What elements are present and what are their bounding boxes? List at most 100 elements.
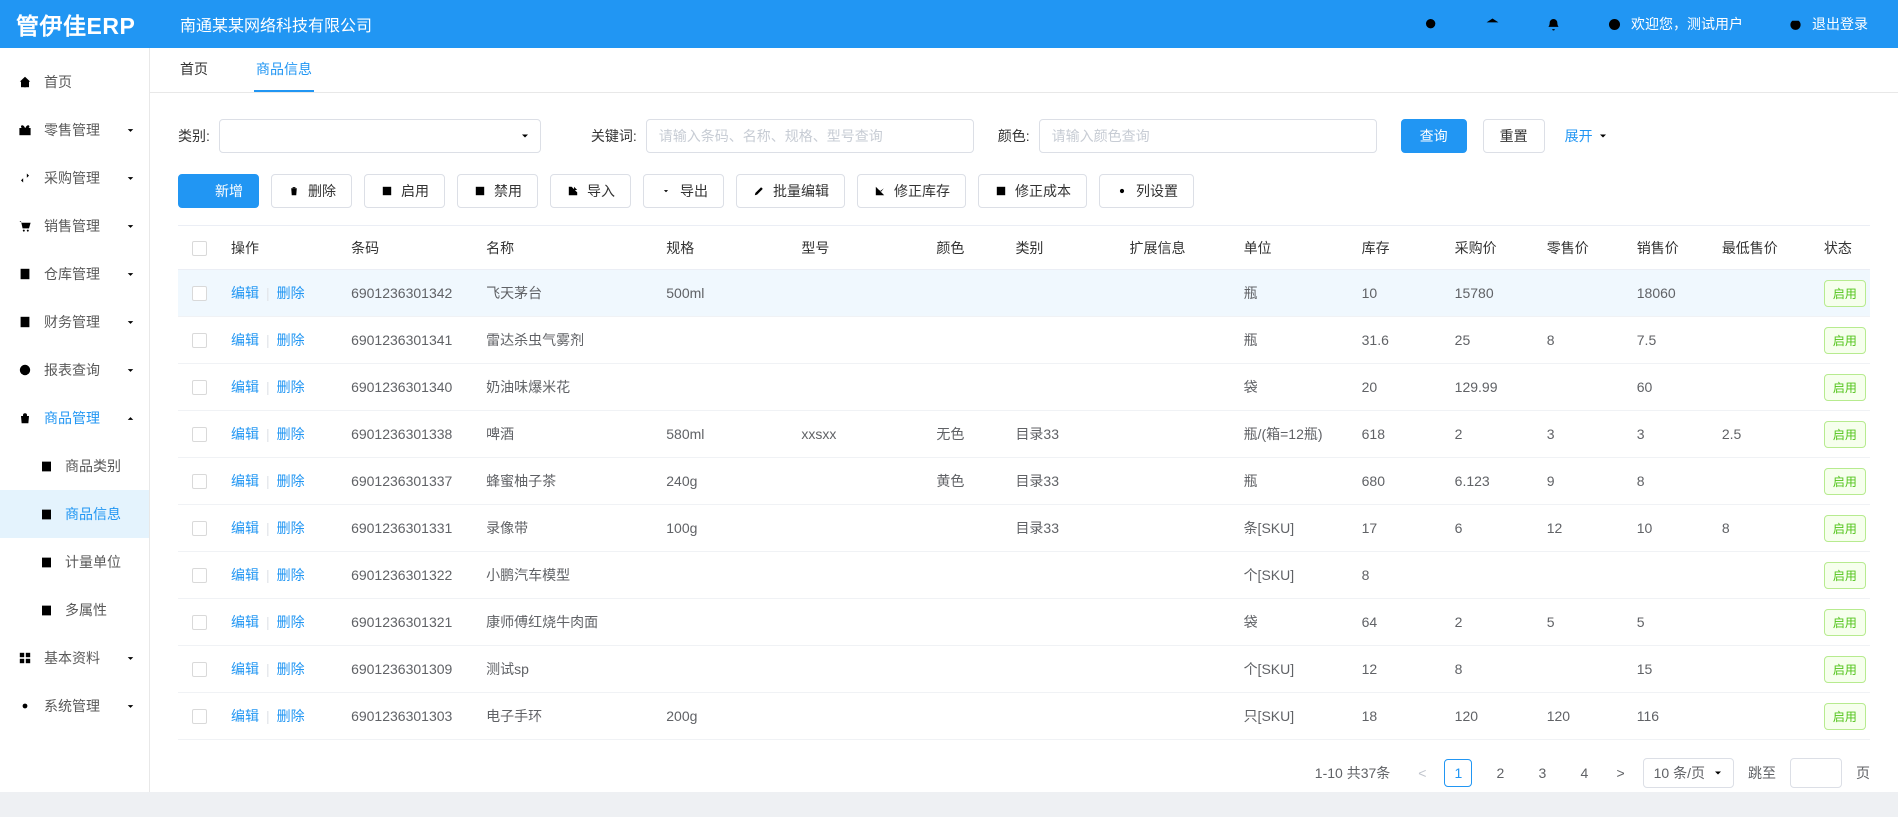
row-checkbox[interactable] (192, 709, 207, 724)
row-checkbox[interactable] (192, 521, 207, 536)
delete-link[interactable]: 删除 (277, 614, 305, 630)
app-logo: 管伊佳ERP (16, 7, 156, 41)
delete-link[interactable]: 删除 (277, 661, 305, 677)
delete-link[interactable]: 删除 (277, 426, 305, 442)
列设置-button[interactable]: 列设置 (1099, 174, 1194, 208)
edit-link[interactable]: 编辑 (231, 473, 259, 489)
sidebar-item-商品管理[interactable]: 商品管理 (0, 394, 149, 442)
delete-link[interactable]: 删除 (277, 379, 305, 395)
sidebar-item-计量单位[interactable]: 计量单位 (0, 538, 149, 586)
cell-sale: 7.5 (1627, 317, 1712, 364)
cell-color: 无色 (926, 411, 1005, 458)
select-all-checkbox[interactable] (192, 241, 207, 256)
row-checkbox[interactable] (192, 568, 207, 583)
sidebar-item-多属性[interactable]: 多属性 (0, 586, 149, 634)
prev-page-button[interactable]: < (1414, 765, 1430, 781)
next-page-button[interactable]: > (1612, 765, 1628, 781)
sidebar-item-采购管理[interactable]: 采购管理 (0, 154, 149, 202)
row-checkbox[interactable] (192, 333, 207, 348)
cell-barcode: 6901236301309 (341, 646, 476, 693)
category-select[interactable] (219, 119, 541, 153)
cell-retail (1537, 270, 1627, 317)
welcome-user[interactable]: 欢迎您，测试用户 (1606, 14, 1743, 34)
edit-link[interactable]: 编辑 (231, 708, 259, 724)
bell-icon[interactable] (1545, 16, 1562, 33)
delete-link[interactable]: 删除 (277, 473, 305, 489)
row-checkbox[interactable] (192, 662, 207, 677)
column-header-操作: 操作 (221, 226, 341, 270)
keyword-input[interactable] (646, 119, 974, 153)
禁用-button[interactable]: 禁用 (457, 174, 538, 208)
启用-button[interactable]: 启用 (364, 174, 445, 208)
page-number-1[interactable]: 1 (1444, 759, 1472, 787)
批量编辑-button[interactable]: 批量编辑 (736, 174, 845, 208)
sidebar-item-零售管理[interactable]: 零售管理 (0, 106, 149, 154)
delete-link[interactable]: 删除 (277, 332, 305, 348)
row-checkbox[interactable] (192, 286, 207, 301)
row-checkbox[interactable] (192, 427, 207, 442)
cell-min (1712, 317, 1814, 364)
edit-link[interactable]: 编辑 (231, 661, 259, 677)
新增-button[interactable]: 新增 (178, 174, 259, 208)
page-number-4[interactable]: 4 (1570, 759, 1598, 787)
expand-link[interactable]: 展开 (1565, 126, 1609, 146)
edit-link[interactable]: 编辑 (231, 567, 259, 583)
search-icon[interactable] (1423, 16, 1440, 33)
report-icon (17, 362, 33, 378)
tab-首页[interactable]: 首页 (178, 48, 210, 92)
delete-link[interactable]: 删除 (277, 567, 305, 583)
tab-商品信息[interactable]: 商品信息 (254, 48, 314, 92)
color-input[interactable] (1039, 119, 1377, 153)
logout-button[interactable]: 退出登录 (1787, 14, 1868, 34)
cell-operations: 编辑|删除 (221, 505, 341, 552)
row-checkbox[interactable] (192, 615, 207, 630)
delete-link[interactable]: 删除 (277, 520, 305, 536)
row-checkbox[interactable] (192, 380, 207, 395)
edit-link[interactable]: 编辑 (231, 426, 259, 442)
sidebar-item-首页[interactable]: 首页 (0, 58, 149, 106)
jump-page-input[interactable] (1790, 758, 1842, 788)
delete-link[interactable]: 删除 (277, 708, 305, 724)
column-header-型号: 型号 (791, 226, 926, 270)
edit-link[interactable]: 编辑 (231, 379, 259, 395)
cell-name: 录像带 (476, 505, 656, 552)
sidebar-item-基本资料[interactable]: 基本资料 (0, 634, 149, 682)
reset-button[interactable]: 重置 (1483, 119, 1545, 153)
page-number-3[interactable]: 3 (1528, 759, 1556, 787)
cell-min: 2.5 (1712, 411, 1814, 458)
column-header-类别: 类别 (1005, 226, 1119, 270)
edit-link[interactable]: 编辑 (231, 285, 259, 301)
sidebar-item-报表查询[interactable]: 报表查询 (0, 346, 149, 394)
修正库存-button[interactable]: 修正库存 (857, 174, 966, 208)
bank-icon[interactable] (1484, 16, 1501, 33)
status-badge: 启用 (1824, 656, 1866, 683)
edit-link[interactable]: 编辑 (231, 520, 259, 536)
sidebar-item-商品信息[interactable]: 商品信息 (0, 490, 149, 538)
sidebar-item-财务管理[interactable]: 财务管理 (0, 298, 149, 346)
cell-purchase: 6 (1445, 505, 1537, 552)
修正成本-button[interactable]: 修正成本 (978, 174, 1087, 208)
cell-min (1712, 646, 1814, 693)
cell-unit: 个[SKU] (1234, 646, 1352, 693)
sidebar-item-销售管理[interactable]: 销售管理 (0, 202, 149, 250)
page-size-select[interactable]: 10 条/页 (1643, 758, 1734, 788)
cell-name: 康师傅红烧牛肉面 (476, 599, 656, 646)
cell-name: 飞天茅台 (476, 270, 656, 317)
cell-purchase: 15780 (1445, 270, 1537, 317)
导出-button[interactable]: 导出 (643, 174, 724, 208)
edit-link[interactable]: 编辑 (231, 332, 259, 348)
sidebar-item-仓库管理[interactable]: 仓库管理 (0, 250, 149, 298)
cell-min (1712, 364, 1814, 411)
删除-button[interactable]: 删除 (271, 174, 352, 208)
sidebar-item-label: 报表查询 (44, 360, 100, 380)
导入-button[interactable]: 导入 (550, 174, 631, 208)
grid-icon (17, 650, 33, 666)
sidebar-item-系统管理[interactable]: 系统管理 (0, 682, 149, 730)
edit-link[interactable]: 编辑 (231, 614, 259, 630)
page-number-2[interactable]: 2 (1486, 759, 1514, 787)
status-badge: 启用 (1824, 421, 1866, 448)
search-button[interactable]: 查询 (1401, 119, 1467, 153)
sidebar-item-商品类别[interactable]: 商品类别 (0, 442, 149, 490)
delete-link[interactable]: 删除 (277, 285, 305, 301)
row-checkbox[interactable] (192, 474, 207, 489)
